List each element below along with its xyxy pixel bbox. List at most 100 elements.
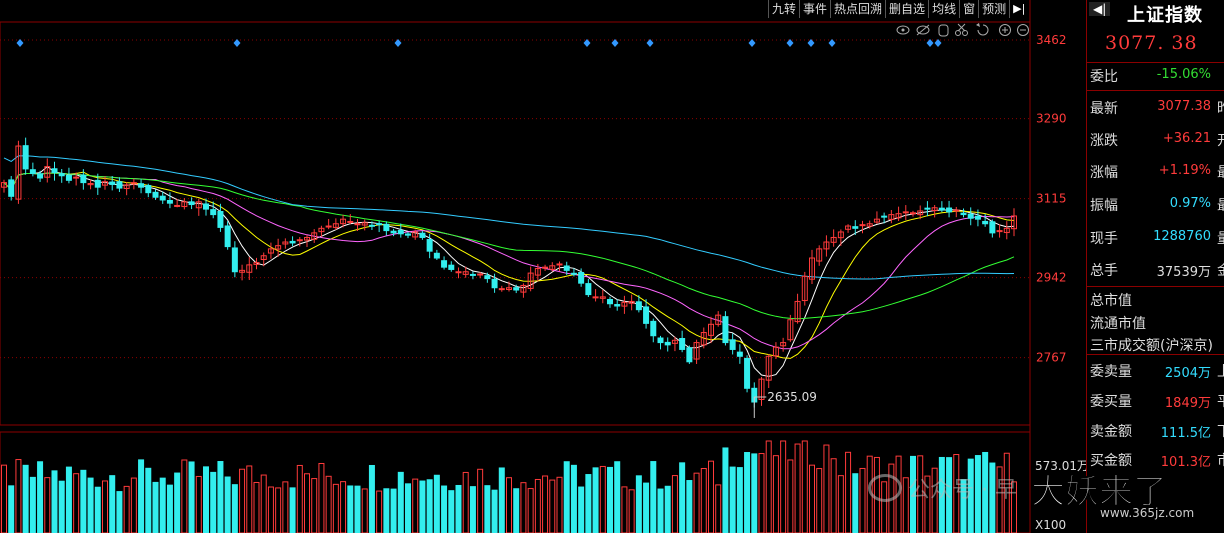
chart-tool-icons xyxy=(896,23,1029,37)
scissors-icon[interactable] xyxy=(955,23,968,36)
volume-bar xyxy=(224,476,231,533)
candle-body xyxy=(29,169,36,174)
toolbar-button[interactable]: 删自选 xyxy=(885,0,928,18)
candle-body xyxy=(960,212,967,216)
row-tail: 金 xyxy=(1217,260,1224,280)
back-arrow-icon[interactable]: ◀| xyxy=(1089,2,1111,16)
toolbar-button[interactable]: 均线 xyxy=(928,0,959,18)
float-cap-label: 流通市值 xyxy=(1090,316,1146,332)
volume-bar xyxy=(188,461,195,533)
volume-bar xyxy=(419,480,426,533)
toolbar-button[interactable]: 九转 xyxy=(768,0,799,18)
divider xyxy=(1087,286,1224,287)
volume-bar xyxy=(145,467,152,533)
volume-bar xyxy=(542,475,549,533)
volume-bar xyxy=(253,481,260,533)
volume-bar xyxy=(751,453,758,533)
candle-body xyxy=(80,174,87,184)
candle-body xyxy=(881,215,888,218)
volume-bar xyxy=(325,475,332,533)
candle-body xyxy=(643,306,650,324)
volume-bar xyxy=(239,468,246,533)
candle-body xyxy=(542,266,549,269)
volume-bar xyxy=(549,479,556,533)
volume-bar xyxy=(837,475,844,533)
candle-body xyxy=(51,168,58,174)
volume-bar xyxy=(80,469,87,533)
candle-body xyxy=(974,215,981,220)
volume-bar xyxy=(210,471,217,533)
candle-body xyxy=(22,145,29,170)
volume-bar xyxy=(296,464,303,533)
volume-bar xyxy=(736,467,743,533)
watermark-site: www.365jz.com xyxy=(1100,506,1195,520)
row-value: 1849万 xyxy=(1164,396,1211,411)
ma120-line xyxy=(3,155,1015,280)
row-value: 101.3亿 xyxy=(1160,455,1211,470)
eye-icon[interactable] xyxy=(896,25,910,35)
candle-body xyxy=(722,316,729,344)
candle-body xyxy=(614,304,621,307)
volume-bar xyxy=(318,462,325,533)
volume-bar xyxy=(340,481,347,533)
candle-body xyxy=(203,203,209,210)
volume-bar xyxy=(506,477,512,533)
candlestick-series xyxy=(1,137,1017,408)
candle-body xyxy=(455,271,462,274)
candle-body xyxy=(65,174,72,181)
candle-body xyxy=(433,252,440,259)
volume-bar xyxy=(73,473,80,533)
event-marker xyxy=(828,39,836,47)
eye-hide-icon[interactable] xyxy=(916,24,930,36)
zoom-out-icon[interactable] xyxy=(1017,24,1029,36)
candle-body xyxy=(686,347,693,363)
volume-bar xyxy=(152,481,159,533)
volume-bar xyxy=(664,485,671,533)
row-label: 最新 xyxy=(1090,101,1118,117)
order-row: 委买量 1849万 平 xyxy=(1087,387,1224,415)
row-value: +1.19% xyxy=(1158,163,1211,178)
toolbar-button[interactable]: 事件 xyxy=(799,0,830,18)
collapse-panel-icon[interactable]: ▶| xyxy=(1009,0,1028,18)
volume-bar xyxy=(650,461,657,533)
volume-bar xyxy=(159,477,166,533)
volume-bar xyxy=(556,476,563,533)
volume-bar xyxy=(203,466,209,533)
row-value: 1288760 xyxy=(1153,229,1211,244)
candle-body xyxy=(376,223,383,226)
volume-bar xyxy=(534,478,541,533)
candle-body xyxy=(188,201,195,206)
candle-body xyxy=(73,176,80,179)
volume-bar xyxy=(65,466,72,533)
toolbar-button[interactable]: 热点回溯 xyxy=(830,0,885,18)
volume-bar xyxy=(58,480,65,533)
candle-body xyxy=(325,225,332,228)
toolbar-button[interactable]: 窗 xyxy=(959,0,978,18)
row-tail: 上 xyxy=(1217,361,1224,381)
candle-body xyxy=(116,181,123,189)
volume-bar xyxy=(700,468,707,533)
volume-bar xyxy=(765,440,772,533)
candle-body xyxy=(94,179,101,188)
hand-icon[interactable] xyxy=(938,24,949,37)
candle-body xyxy=(592,296,599,299)
toolbar-button[interactable]: 预测 xyxy=(978,0,1009,18)
candle-body xyxy=(657,337,664,344)
restore-icon[interactable] xyxy=(976,23,989,36)
volume-bar xyxy=(390,488,397,533)
volume-bar xyxy=(412,478,419,533)
divider xyxy=(1087,90,1224,91)
row-label: 委买量 xyxy=(1090,394,1132,410)
volume-bar xyxy=(607,466,613,533)
candle-body xyxy=(556,263,563,266)
quote-row: 振幅 0.97% 最 xyxy=(1087,191,1224,219)
candle-body xyxy=(679,337,686,350)
candle-body xyxy=(405,233,411,236)
volume-bar xyxy=(195,475,202,533)
candle-body xyxy=(967,213,974,219)
candle-body xyxy=(397,229,404,235)
volume-bar xyxy=(657,488,664,533)
zoom-in-icon[interactable] xyxy=(999,24,1011,36)
volume-unit-label: X100 xyxy=(1035,518,1066,532)
volume-bar xyxy=(715,484,722,533)
